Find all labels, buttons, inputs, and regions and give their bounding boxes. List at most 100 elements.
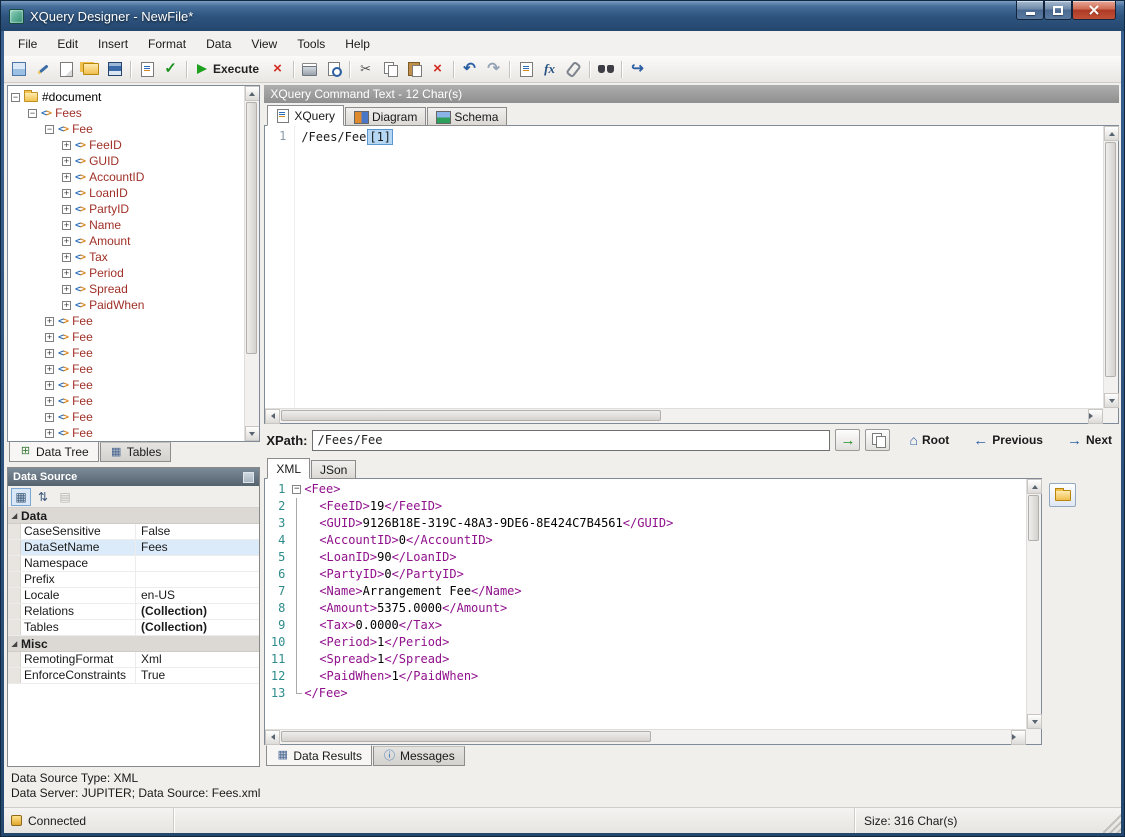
redo-button[interactable]: ↷	[482, 58, 505, 80]
scroll-left-button[interactable]	[265, 409, 280, 424]
save-file-button[interactable]	[103, 58, 126, 80]
tree-node-name-8[interactable]: +<>Name	[8, 217, 259, 233]
tree-node-fees-1[interactable]: −<>Fees	[8, 105, 259, 121]
tree-node-guid-4[interactable]: +<>GUID	[8, 153, 259, 169]
scroll-thumb[interactable]	[1028, 495, 1039, 541]
scroll-track[interactable]	[280, 409, 1088, 423]
scroll-thumb[interactable]	[246, 102, 257, 354]
tree-node-fee-21[interactable]: +<>Fee	[8, 425, 259, 441]
scroll-down-button[interactable]	[245, 426, 260, 441]
scroll-up-button[interactable]	[1104, 126, 1119, 141]
tab-tables[interactable]: ▦Tables	[100, 442, 172, 462]
scroll-up-button[interactable]	[245, 86, 260, 101]
property-category-data[interactable]: ◢Data	[8, 508, 259, 524]
tab-messages[interactable]: ⓘMessages	[373, 746, 465, 766]
tab-xml[interactable]: XML	[267, 458, 310, 479]
expand-icon[interactable]: +	[62, 173, 71, 182]
scroll-left-button[interactable]	[265, 730, 280, 745]
property-value[interactable]: en-US	[136, 588, 259, 603]
tab-data-tree[interactable]: ⊞Data Tree	[9, 441, 99, 462]
tree-node-spread-12[interactable]: +<>Spread	[8, 281, 259, 297]
minimize-button[interactable]	[1016, 1, 1044, 20]
property-value[interactable]	[136, 556, 259, 571]
menu-file[interactable]: File	[8, 33, 47, 55]
menu-tools[interactable]: Tools	[287, 33, 335, 55]
editor-vertical-scrollbar[interactable]	[1103, 126, 1118, 408]
expand-icon[interactable]: +	[62, 301, 71, 310]
menu-help[interactable]: Help	[335, 33, 380, 55]
scroll-track[interactable]	[1027, 494, 1041, 714]
expand-icon[interactable]: +	[45, 429, 54, 438]
menu-view[interactable]: View	[241, 33, 287, 55]
property-value[interactable]: Fees	[136, 540, 259, 555]
expand-icon[interactable]: +	[62, 237, 71, 246]
expand-icon[interactable]: +	[62, 253, 71, 262]
goto-button[interactable]: ↪	[626, 58, 649, 80]
tree-node-fee-16[interactable]: +<>Fee	[8, 345, 259, 361]
validate-button[interactable]: ✓	[159, 58, 182, 80]
property-locale[interactable]: Localeen-US	[8, 588, 259, 604]
new-file-button[interactable]	[55, 58, 78, 80]
tree-node-partyid-7[interactable]: +<>PartyID	[8, 201, 259, 217]
collapse-icon[interactable]: −	[28, 109, 37, 118]
scroll-right-button[interactable]	[1088, 409, 1103, 424]
property-relations[interactable]: Relations(Collection)	[8, 604, 259, 620]
find-button[interactable]	[594, 58, 617, 80]
attachment-button[interactable]	[562, 58, 585, 80]
expand-icon[interactable]: +	[45, 397, 54, 406]
expand-icon[interactable]: +	[45, 381, 54, 390]
xquery-code[interactable]: /Fees/Fee[1]	[295, 126, 393, 423]
property-value[interactable]: False	[136, 524, 259, 539]
expand-icon[interactable]: +	[62, 205, 71, 214]
results-vertical-scrollbar[interactable]	[1026, 479, 1041, 729]
delete-button[interactable]: ×	[426, 58, 449, 80]
property-category-misc[interactable]: ◢Misc	[8, 636, 259, 652]
scroll-up-button[interactable]	[1027, 479, 1042, 494]
scroll-down-button[interactable]	[1104, 393, 1119, 408]
scroll-thumb[interactable]	[1105, 142, 1116, 377]
property-casesensitive[interactable]: CaseSensitiveFalse	[8, 524, 259, 540]
maximize-button[interactable]	[1044, 1, 1072, 20]
tree-node-fee-2[interactable]: −<>Fee	[8, 121, 259, 137]
tree-node-accountid-5[interactable]: +<>AccountID	[8, 169, 259, 185]
tree-node-tax-10[interactable]: +<>Tax	[8, 249, 259, 265]
property-namespace[interactable]: Namespace	[8, 556, 259, 572]
function-button[interactable]: fx	[538, 58, 561, 80]
scroll-thumb[interactable]	[281, 731, 651, 742]
tab-schema[interactable]: Schema	[427, 107, 507, 126]
tree-node-fee-18[interactable]: +<>Fee	[8, 377, 259, 393]
tree-node-feeid-3[interactable]: +<>FeeID	[8, 137, 259, 153]
tree-node-fee-20[interactable]: +<>Fee	[8, 409, 259, 425]
expand-icon[interactable]: +	[62, 141, 71, 150]
property-value[interactable]: Xml	[136, 652, 259, 667]
menu-edit[interactable]: Edit	[47, 33, 88, 55]
tree-node-document-0[interactable]: −#document	[8, 89, 259, 105]
collapse-icon[interactable]: −	[45, 125, 54, 134]
connection-button[interactable]	[31, 58, 54, 80]
tree-node-fee-15[interactable]: +<>Fee	[8, 329, 259, 345]
print-button[interactable]	[298, 58, 321, 80]
tab-data-results[interactable]: ▦Data Results	[266, 745, 372, 766]
scroll-track[interactable]	[1104, 141, 1118, 393]
xquery-script-button[interactable]	[514, 58, 537, 80]
property-enforceconstraints[interactable]: EnforceConstraintsTrue	[8, 668, 259, 684]
tab-json[interactable]: JSon	[311, 460, 356, 479]
editor-horizontal-scrollbar[interactable]	[265, 408, 1103, 423]
collapse-icon[interactable]: −	[292, 485, 301, 494]
tab-diagram[interactable]: Diagram	[345, 107, 426, 126]
property-remotingformat[interactable]: RemotingFormatXml	[8, 652, 259, 668]
tree-node-amount-9[interactable]: +<>Amount	[8, 233, 259, 249]
tree-vertical-scrollbar[interactable]	[244, 86, 259, 441]
xquery-editor[interactable]: 1 /Fees/Fee[1]	[264, 125, 1119, 424]
property-value[interactable]: (Collection)	[136, 604, 259, 619]
property-datasetname[interactable]: DataSetNameFees	[8, 540, 259, 556]
expand-icon[interactable]: +	[45, 317, 54, 326]
tab-xquery[interactable]: XQuery	[267, 105, 344, 126]
collapse-icon[interactable]: −	[11, 93, 20, 102]
expand-icon[interactable]: +	[45, 365, 54, 374]
tree-node-paidwhen-13[interactable]: +<>PaidWhen	[8, 297, 259, 313]
menu-insert[interactable]: Insert	[88, 33, 138, 55]
undo-button[interactable]: ↶	[458, 58, 481, 80]
title-bar[interactable]: XQuery Designer - NewFile*	[1, 1, 1124, 31]
stop-button[interactable]: ×	[266, 58, 289, 80]
